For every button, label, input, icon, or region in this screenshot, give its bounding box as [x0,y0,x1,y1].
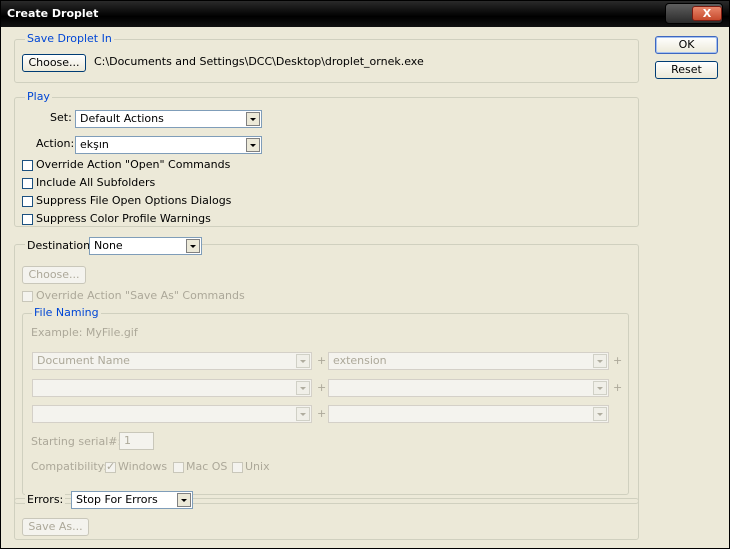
chevron-down-icon[interactable] [246,138,260,152]
compatibility-label: Compatibility: [31,460,108,473]
override-save-as-checkbox[interactable] [22,291,33,302]
chevron-down-icon[interactable] [593,381,607,395]
starting-serial-input[interactable]: 1 [119,432,154,450]
play-group: Play Set: Default Actions Action: ekşın … [14,90,639,227]
destination-select[interactable]: None [89,237,202,255]
suppress-color-profile-checkbox[interactable] [22,214,33,225]
destination-choose-button[interactable]: Choose... [22,266,86,284]
compat-windows-label: Windows [118,460,168,473]
destination-group: Destination: None Choose... Override Act… [14,237,639,504]
include-subfolders-label: Include All Subfolders [36,176,156,189]
plus-sign: + [317,381,327,394]
destination-select-value: None [94,239,123,252]
naming-select-3-right[interactable] [328,405,609,423]
title-bar: Create Droplet X [1,1,729,27]
set-select-value: Default Actions [80,112,164,125]
plus-sign: + [613,354,623,367]
chevron-down-icon[interactable] [593,354,607,368]
starting-serial-label: Starting serial#: [31,435,122,448]
action-label: Action: [36,137,75,150]
chevron-down-icon[interactable] [296,381,310,395]
compat-macos-label: Mac OS [186,460,228,473]
reset-button[interactable]: Reset [655,61,718,79]
plus-sign: + [317,354,327,367]
window-title: Create Droplet [7,7,99,20]
chevron-down-icon[interactable] [296,407,310,421]
naming-select-1-left-value: Document Name [37,354,130,367]
compat-macos-checkbox[interactable] [173,462,184,473]
naming-select-1-left[interactable]: Document Name [32,352,312,370]
destination-label: Destination: [25,239,96,253]
naming-select-1-right-value: extension [333,354,387,367]
action-select[interactable]: ekşın [75,136,262,154]
save-droplet-in-group: Save Droplet In Choose... C:\Documents a… [14,32,639,83]
ok-button[interactable]: OK [655,36,718,54]
errors-select-value: Stop For Errors [76,493,158,506]
set-select[interactable]: Default Actions [75,110,262,128]
close-icon[interactable]: X [692,6,722,21]
chevron-down-icon[interactable] [593,407,607,421]
title-bar-controls: X [665,3,723,24]
create-droplet-dialog: Create Droplet X Save Droplet In Choose.… [0,0,730,549]
suppress-file-open-label: Suppress File Open Options Dialogs [36,194,232,207]
save-choose-button[interactable]: Choose... [22,54,86,72]
plus-sign: + [317,407,327,420]
include-subfolders-checkbox[interactable] [22,178,33,189]
compat-unix-label: Unix [245,460,270,473]
chevron-down-icon[interactable] [246,112,260,126]
save-droplet-in-legend: Save Droplet In [25,32,114,46]
play-legend: Play [25,90,52,104]
naming-select-1-right[interactable]: extension [328,352,609,370]
chevron-down-icon[interactable] [177,493,191,507]
save-path-text: C:\Documents and Settings\DCC\Desktop\dr… [94,55,424,68]
plus-sign: + [613,381,623,394]
chevron-down-icon[interactable] [186,239,200,253]
naming-select-2-left[interactable] [32,379,312,397]
errors-group: Errors: Stop For Errors Save As... [14,491,639,540]
override-open-label: Override Action "Open" Commands [36,158,231,171]
errors-select[interactable]: Stop For Errors [71,491,193,509]
errors-save-as-button[interactable]: Save As... [22,518,89,536]
dialog-body: Save Droplet In Choose... C:\Documents a… [2,27,728,547]
override-save-as-label: Override Action "Save As" Commands [36,289,245,302]
file-naming-example: Example: MyFile.gif [31,326,138,339]
set-label: Set: [50,111,72,124]
action-select-value: ekşın [80,138,109,151]
naming-select-2-right[interactable] [328,379,609,397]
compat-unix-checkbox[interactable] [232,462,243,473]
suppress-file-open-checkbox[interactable] [22,196,33,207]
override-open-checkbox[interactable] [22,160,33,171]
naming-select-3-left[interactable] [32,405,312,423]
suppress-color-profile-label: Suppress Color Profile Warnings [36,212,211,225]
errors-label: Errors: [25,493,66,507]
file-naming-group: File Naming Example: MyFile.gif Document… [22,306,629,495]
file-naming-legend: File Naming [32,306,101,320]
starting-serial-value: 1 [124,434,131,447]
chevron-down-icon[interactable] [296,354,310,368]
compat-windows-checkbox[interactable] [105,460,116,473]
